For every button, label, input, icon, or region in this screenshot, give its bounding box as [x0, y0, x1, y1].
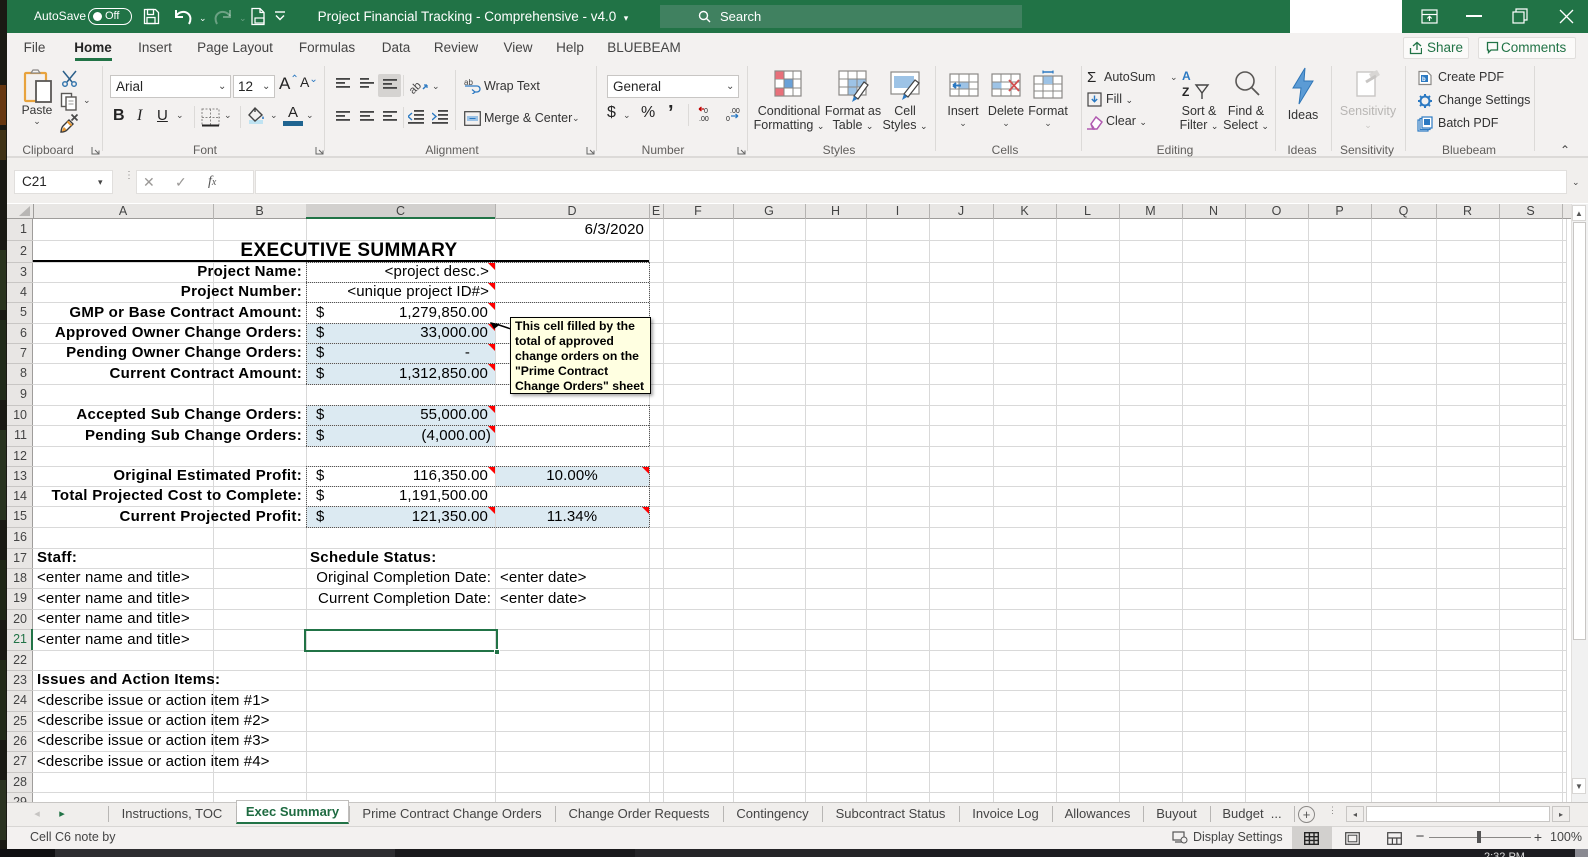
svg-text:0: 0 [726, 116, 730, 123]
svg-text:Z: Z [1182, 85, 1189, 99]
svg-text:.00: .00 [699, 116, 709, 123]
svg-text:A: A [1182, 69, 1191, 83]
svg-text:ab: ab [410, 80, 424, 95]
svg-text:b: b [1422, 77, 1426, 83]
svg-text:0: 0 [704, 108, 708, 115]
